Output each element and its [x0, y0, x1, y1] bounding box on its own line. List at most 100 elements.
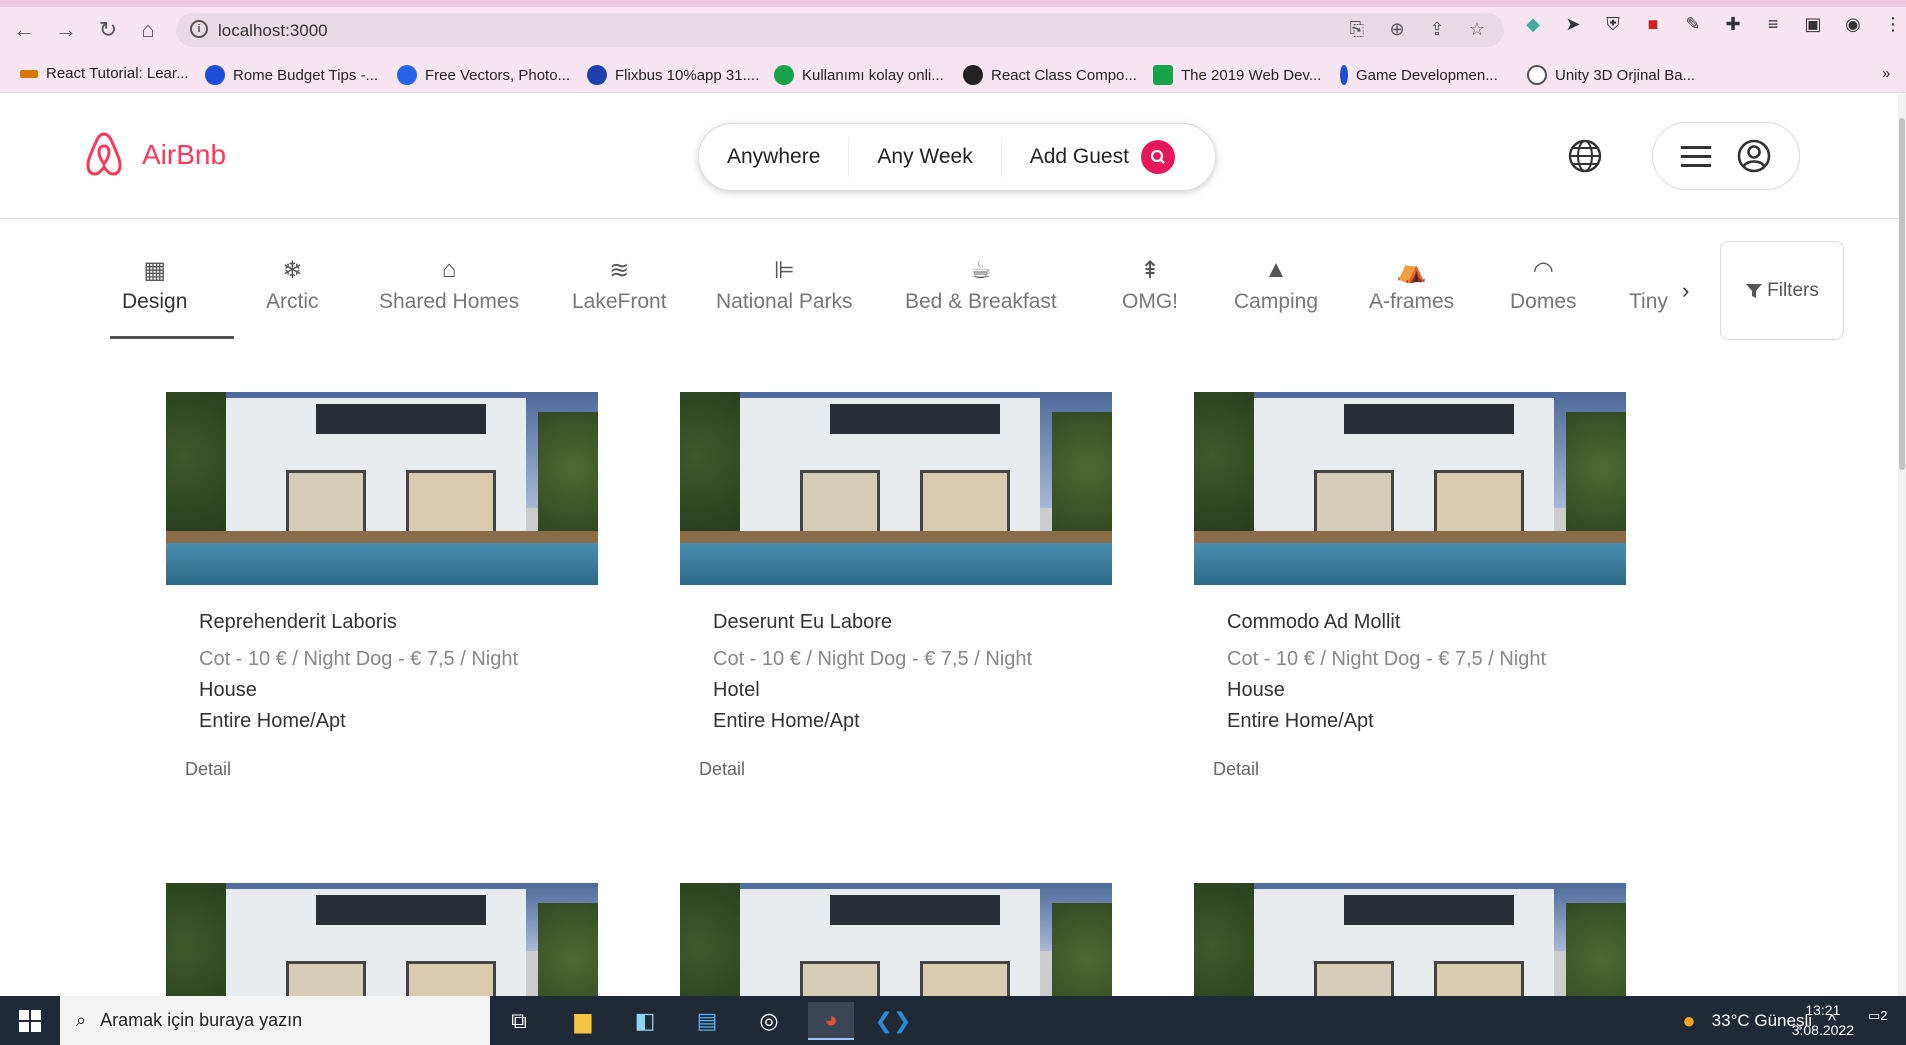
reload-icon[interactable]: ↻ [94, 16, 122, 44]
listing-property-type: House [1227, 679, 1285, 701]
sidepanel-icon[interactable]: ▣ [1800, 14, 1826, 40]
file-explorer-icon[interactable]: ▆ [560, 1002, 606, 1040]
listing-card[interactable]: Deserunt Eu Labore Cot - 10 € / Night Do… [680, 392, 1112, 780]
profile-avatar-icon[interactable]: ◉ [1840, 14, 1866, 40]
forward-icon[interactable]: → [52, 16, 80, 44]
bookmark-item[interactable]: Rome Budget Tips -... [205, 65, 378, 85]
category-a-frames[interactable]: ⛺ A-frames [1369, 256, 1454, 314]
listing-room-type: Entire Home/Apt [1227, 710, 1374, 732]
extension-pen-icon[interactable]: ✎ [1680, 14, 1706, 40]
listing-price: Cot - 10 € / Night Dog - € 7,5 / Night [1227, 648, 1547, 670]
search-bar[interactable]: Anywhere Any Week Add Guest [698, 123, 1216, 191]
listing-detail-link[interactable]: Detail [699, 759, 1112, 780]
share-icon[interactable]: ⇪ [1426, 19, 1448, 41]
scrollbar-thumb[interactable] [1899, 118, 1905, 470]
bookmark-item[interactable]: Flixbus 10%app 31.... [587, 65, 759, 85]
listing-card[interactable] [1194, 883, 1626, 996]
category-bed-breakfast[interactable]: ☕ Bed & Breakfast [905, 256, 1057, 314]
category-national-parks[interactable]: ⊫ National Parks [716, 256, 853, 314]
bookmark-item[interactable]: The 2019 Web Dev... [1153, 65, 1321, 85]
listing-detail-link[interactable]: Detail [1213, 759, 1626, 780]
globe-icon[interactable] [1567, 138, 1603, 174]
search-add-guest-button[interactable]: Add Guest [1002, 137, 1141, 177]
task-view-icon[interactable]: ⧉ [496, 1002, 542, 1040]
category-tiny[interactable]: Tiny [1629, 256, 1669, 314]
hamburger-icon [1681, 146, 1711, 167]
tower-icon: ⇞ [1139, 257, 1161, 284]
listing-room-type: Entire Home/Apt [713, 710, 860, 732]
extension-cat-icon[interactable]: ◆ [1520, 14, 1546, 40]
browser-menu-icon[interactable]: ⋮ [1880, 14, 1906, 40]
bookmark-item[interactable]: Free Vectors, Photo... [397, 65, 570, 85]
slide-icon: ⊫ [773, 257, 795, 284]
bookmark-item[interactable]: React Class Compo... [963, 65, 1137, 85]
listing-card[interactable]: Reprehenderit Laboris Cot - 10 € / Night… [166, 392, 598, 780]
listing-photo[interactable] [1194, 883, 1626, 996]
page-scrollbar[interactable] [1898, 94, 1906, 1000]
category-arctic[interactable]: ❄ Arctic [266, 256, 319, 314]
bookmark-item[interactable]: Game Developmen... [1340, 65, 1498, 85]
url-text[interactable]: localhost:3000 [218, 21, 328, 41]
listing-photo[interactable] [680, 392, 1112, 585]
category-domes[interactable]: ◠ Domes [1510, 256, 1577, 314]
category-next-arrow-icon[interactable]: › [1682, 278, 1689, 304]
search-any-week-button[interactable]: Any Week [849, 137, 1002, 177]
search-icon: ⌕ [76, 1010, 87, 1030]
bookmark-item[interactable]: React Tutorial: Lear... [20, 65, 189, 82]
bookmarks-overflow-button[interactable]: » [1882, 65, 1890, 82]
category-camping[interactable]: ▲ Camping [1234, 256, 1318, 314]
weather-sun-icon: ● [1682, 1007, 1696, 1033]
steam-icon[interactable]: ◎ [746, 1002, 792, 1040]
site-info-icon[interactable]: i [190, 20, 208, 38]
taskbar-search-box[interactable]: ⌕ Aramak için buraya yazın [60, 996, 490, 1045]
search-anywhere-button[interactable]: Anywhere [699, 137, 850, 177]
extension-shield-icon[interactable]: ⛨ [1600, 14, 1626, 40]
translate-icon[interactable]: ⎘ [1346, 19, 1368, 41]
filters-button[interactable]: Filters [1720, 241, 1844, 340]
site-header: AirBnb Anywhere Any Week Add Guest [0, 94, 1906, 219]
aframe-icon: ⛺ [1396, 257, 1427, 284]
listing-price: Cot - 10 € / Night Dog - € 7,5 / Night [713, 648, 1033, 670]
listing-card[interactable] [680, 883, 1112, 996]
building-icon: ▦ [143, 257, 167, 284]
listing-photo[interactable] [680, 883, 1112, 996]
listing-photo[interactable] [1194, 392, 1626, 585]
address-bar[interactable]: i localhost:3000 ⎘ ⊕ ⇪ ☆ [176, 13, 1504, 47]
media-icon[interactable]: ≡ [1760, 14, 1786, 40]
extensions-puzzle-icon[interactable]: ✚ [1720, 14, 1746, 40]
bookmark-star-icon[interactable]: ☆ [1466, 19, 1488, 41]
home-icon[interactable]: ⌂ [134, 16, 162, 44]
zoom-icon[interactable]: ⊕ [1386, 19, 1408, 41]
microsoft-store-icon[interactable]: ▤ [684, 1002, 730, 1040]
taskbar-clock[interactable]: 13:21 3.08.2022 [1792, 1000, 1854, 1040]
listing-detail-link[interactable]: Detail [185, 759, 598, 780]
chrome-icon[interactable]: ◕ [808, 1002, 854, 1040]
bookmark-favicon-icon [205, 65, 225, 85]
search-icon[interactable] [1140, 140, 1175, 174]
mug-icon: ☕ [970, 257, 992, 284]
bookmark-item[interactable]: Kullanımı kolay onli... [774, 65, 944, 85]
tiny-icon [1629, 256, 1669, 290]
category-lakefront[interactable]: ≋ LakeFront [572, 256, 667, 314]
notification-icon[interactable]: ▭2 [1868, 1008, 1896, 1034]
listing-card[interactable] [166, 883, 598, 996]
brand-logo[interactable]: AirBnb [80, 130, 226, 180]
bookmark-favicon-icon [774, 65, 794, 85]
extension-cursor-icon[interactable]: ➤ [1560, 14, 1586, 40]
bookmark-favicon-icon [397, 65, 417, 85]
category-omg[interactable]: ⇞ OMG! [1122, 256, 1178, 314]
vscode-icon[interactable]: ❮❯ [870, 1002, 916, 1040]
back-icon[interactable]: ← [10, 16, 38, 44]
windows-start-icon[interactable] [0, 996, 60, 1045]
bookmark-item[interactable]: Unity 3D Orjinal Ba... [1527, 65, 1695, 85]
filter-funnel-icon [1746, 283, 1763, 298]
listing-photo[interactable] [166, 883, 598, 996]
listing-photo[interactable] [166, 392, 598, 585]
user-menu-button[interactable] [1652, 122, 1800, 190]
category-shared-homes[interactable]: ⌂ Shared Homes [379, 256, 519, 314]
app-tile-icon[interactable]: ◧ [622, 1002, 668, 1040]
extension-red-icon[interactable]: ■ [1640, 14, 1666, 40]
taskbar-search-placeholder: Aramak için buraya yazın [100, 1010, 303, 1030]
category-design[interactable]: ▦ Design [122, 256, 187, 314]
listing-card[interactable]: Commodo Ad Mollit Cot - 10 € / Night Dog… [1194, 392, 1626, 780]
